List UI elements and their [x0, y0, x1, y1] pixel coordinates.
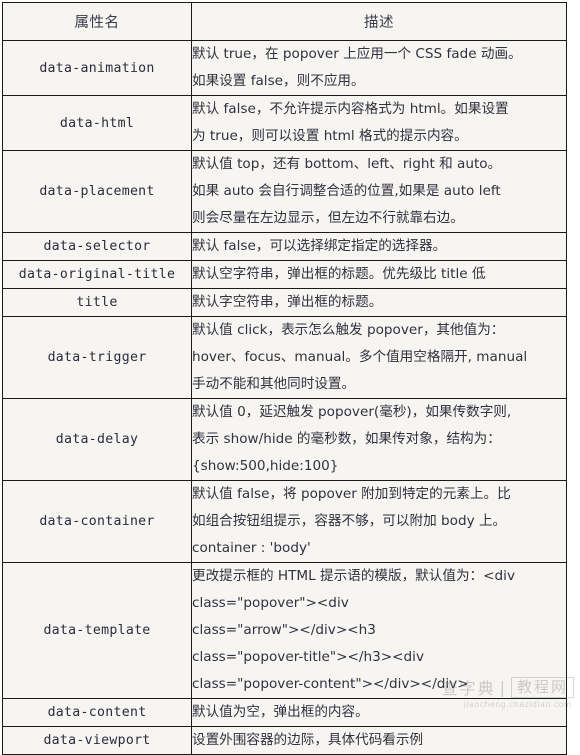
- description-line: 默认 true，在 popover 上应用一个 CSS fade 动画。: [192, 46, 522, 62]
- description-line: 默认值为空，弹出框的内容。: [192, 704, 369, 720]
- attribute-name-cell: data-html: [2, 95, 192, 151]
- description-cell: 默认值 0，延迟触发 popover(毫秒)，如果传数字则, 表示 show/hi…: [191, 398, 567, 481]
- description-line: 更改提示框的 HTML 提示语的模版，默认值为：<div: [192, 568, 515, 584]
- description-cell: 设置外围容器的边际，具体代码看示例: [191, 726, 567, 755]
- description-line: 表示 show/hide 的毫秒数，如果传对象，结构为：: [192, 431, 501, 447]
- description-line: 默认空字符串，弹出框的标题。优先级比 title 低: [192, 266, 486, 282]
- table-row: data-original-title 默认空字符串，弹出框的标题。优先级比 ti…: [2, 260, 567, 289]
- document-page: 属性名 描述 data-animation 默认 true，在 popover 上…: [0, 2, 580, 755]
- attribute-name-cell: data-container: [2, 480, 192, 563]
- table-row: data-html 默认 false，不允许提示内容格式为 html。如果设置为 …: [2, 95, 567, 151]
- description-line: 则会尽量在左边显示，但左边不行就靠右边。: [192, 210, 464, 226]
- table-row: data-animation 默认 true，在 popover 上应用一个 CS…: [2, 40, 567, 96]
- attribute-name-cell: data-animation: [2, 40, 192, 96]
- description-cell: 默认空字符串，弹出框的标题。优先级比 title 低: [191, 260, 567, 289]
- attribute-name-cell: data-delay: [2, 398, 192, 481]
- attribute-name-cell: data-original-title: [2, 260, 192, 289]
- description-line: class="popover"><div: [192, 595, 349, 611]
- description-cell: 默认值为空，弹出框的内容。: [191, 698, 567, 727]
- description-line: 默认值 false，将 popover 附加到特定的元素上。比: [192, 486, 511, 502]
- attribute-name-cell: data-template: [2, 562, 192, 699]
- table-header-row: 属性名 描述: [2, 2, 567, 41]
- table-header: 属性名 描述: [2, 2, 567, 41]
- description-line: 默认值 0，延迟触发 popover(毫秒)，如果传数字则,: [192, 404, 512, 420]
- description-cell: 默认值 click，表示怎么触发 popover，其他值为： hover、focu…: [191, 316, 567, 399]
- description-line: 设置外围容器的边际，具体代码看示例: [192, 732, 424, 748]
- description-cell: 默认值 top，还有 bottom、left、right 和 auto。 如果 a…: [191, 150, 567, 233]
- description-line: 默认值 top，还有 bottom、left、right 和 auto。: [192, 156, 502, 172]
- description-line: 如果设置 false，则不应用。: [192, 73, 365, 89]
- description-cell: 默认值 false，将 popover 附加到特定的元素上。比 如组合按钮组提示，…: [191, 480, 567, 563]
- table-row: data-delay 默认值 0，延迟触发 popover(毫秒)，如果传数字则,…: [2, 398, 567, 481]
- attribute-name-cell: data-selector: [2, 232, 192, 261]
- table-row: data-container 默认值 false，将 popover 附加到特定的…: [2, 480, 567, 563]
- attribute-name-cell: data-placement: [2, 150, 192, 233]
- table-row: data-placement 默认值 top，还有 bottom、left、rig…: [2, 150, 567, 233]
- attribute-name-cell: data-content: [2, 698, 192, 727]
- table-row: data-viewport 设置外围容器的边际，具体代码看示例: [2, 726, 567, 755]
- description-cell: 默认 false，不允许提示内容格式为 html。如果设置为 true，则可以设…: [191, 95, 567, 151]
- description-line: class="popover-title"></h3><div: [192, 649, 424, 665]
- column-header-attribute-name: 属性名: [2, 2, 192, 41]
- attribute-name-cell: data-viewport: [2, 726, 192, 755]
- description-line: 默认值 click，表示怎么触发 popover，其他值为：: [192, 322, 505, 338]
- popover-attributes-table: 属性名 描述 data-animation 默认 true，在 popover 上…: [2, 2, 567, 755]
- description-line: 为 true，则可以设置 html 格式的提示内容。: [192, 128, 468, 144]
- description-cell: 默认 false，可以选择绑定指定的选择器。: [191, 232, 567, 261]
- description-line: 如组合按钮组提示，容器不够，可以附加 body 上。: [192, 513, 507, 529]
- table-body: data-animation 默认 true，在 popover 上应用一个 CS…: [2, 40, 567, 755]
- description-line: class="arrow"></div><h3: [192, 622, 376, 638]
- description-cell: 默认字空符串，弹出框的标题。: [191, 288, 567, 317]
- description-line: container : 'body': [192, 540, 311, 556]
- description-line: class="popover-content"></div></div>: [192, 676, 469, 692]
- table-row: data-template 更改提示框的 HTML 提示语的模版，默认值为：<di…: [2, 562, 567, 699]
- description-line: {show:500,hide:100}: [192, 458, 339, 474]
- description-line: 如果 auto 会自行调整合适的位置,如果是 auto left: [192, 183, 501, 199]
- description-line: 手动不能和其他同时设置。: [192, 376, 356, 392]
- table-row: data-selector 默认 false，可以选择绑定指定的选择器。: [2, 232, 567, 261]
- table-row: data-content 默认值为空，弹出框的内容。: [2, 698, 567, 727]
- description-line: 默认 false，可以选择绑定指定的选择器。: [192, 238, 447, 254]
- description-cell: 更改提示框的 HTML 提示语的模版，默认值为：<div class="popov…: [191, 562, 567, 699]
- attribute-name-cell: data-trigger: [2, 316, 192, 399]
- table-row: title 默认字空符串，弹出框的标题。: [2, 288, 567, 317]
- description-cell: 默认 true，在 popover 上应用一个 CSS fade 动画。 如果设置…: [191, 40, 567, 96]
- attribute-name-cell: title: [2, 288, 192, 317]
- description-line: 默认字空符串，弹出框的标题。: [192, 294, 383, 310]
- description-line: 默认 false，不允许提示内容格式为 html。如果设置: [192, 101, 509, 117]
- table-row: data-trigger 默认值 click，表示怎么触发 popover，其他值…: [2, 316, 567, 399]
- column-header-description: 描述: [191, 2, 567, 41]
- description-line: hover、focus、manual。多个值用空格隔开, manual: [192, 349, 528, 365]
